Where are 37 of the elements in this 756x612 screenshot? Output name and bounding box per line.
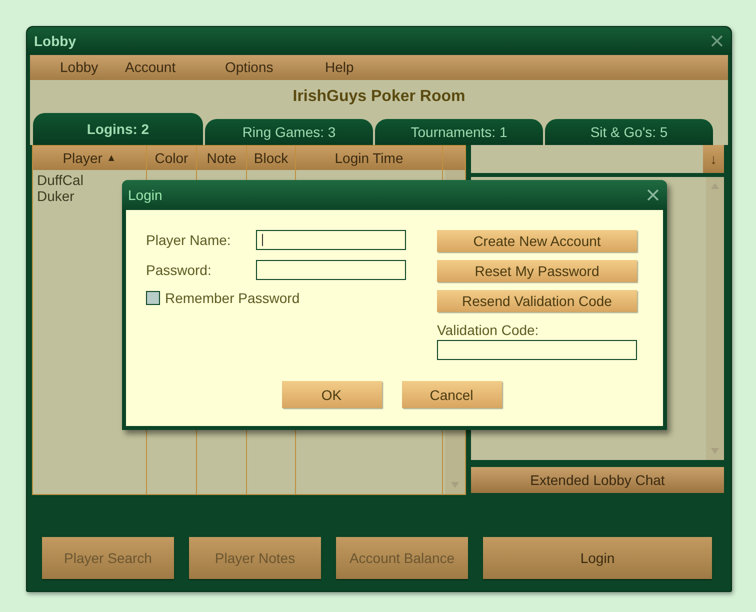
window-title: Lobby [34,33,76,49]
column-header[interactable]: Color [147,146,197,170]
column-header[interactable]: Note [197,146,247,170]
dropdown-button[interactable]: ↓ [703,145,724,173]
column-header[interactable]: Block [247,146,296,170]
player-name[interactable]: DuffCal [37,172,84,188]
dialog-title: Login [128,187,162,203]
account-button[interactable]: Reset My Password [437,260,637,282]
checkbox[interactable] [146,291,160,305]
tab[interactable]: Logins: 2 [33,113,203,145]
column-header[interactable]: Login Time [296,146,443,170]
input-field[interactable] [437,340,637,360]
input-field[interactable] [256,230,406,250]
player-name[interactable]: Duker [37,188,74,204]
dialog-button[interactable]: Cancel [402,381,502,408]
close-icon[interactable] [711,35,723,47]
tab[interactable]: Sit & Go's: 5 [545,119,713,145]
menu-item[interactable]: Lobby [45,55,110,80]
dialog-button[interactable]: OK [282,381,382,408]
field-label: Player Name: [146,232,232,248]
input-field[interactable] [256,260,406,280]
menu-item[interactable]: Account [110,55,210,80]
column-header[interactable]: Player ▲ [33,146,147,170]
close-icon[interactable] [647,189,659,201]
menu-item[interactable]: Help [310,55,369,80]
chat-room-dropdown[interactable]: ↓ [471,145,724,173]
room-title: IrishGuys Poker Room [292,87,466,107]
checkbox-label[interactable]: Remember Password [165,290,300,306]
menu-item[interactable]: Options [210,55,310,80]
tab[interactable]: Tournaments: 1 [375,119,543,145]
account-button[interactable]: Resend Validation Code [437,290,637,312]
extended-chat-button[interactable]: Extended Lobby Chat [471,467,724,493]
account-button[interactable]: Create New Account [437,230,637,252]
tab[interactable]: Ring Games: 3 [205,119,373,145]
field-label: Password: [146,262,212,278]
action-button[interactable]: Login [483,537,712,579]
field-label: Validation Code: [437,322,540,338]
